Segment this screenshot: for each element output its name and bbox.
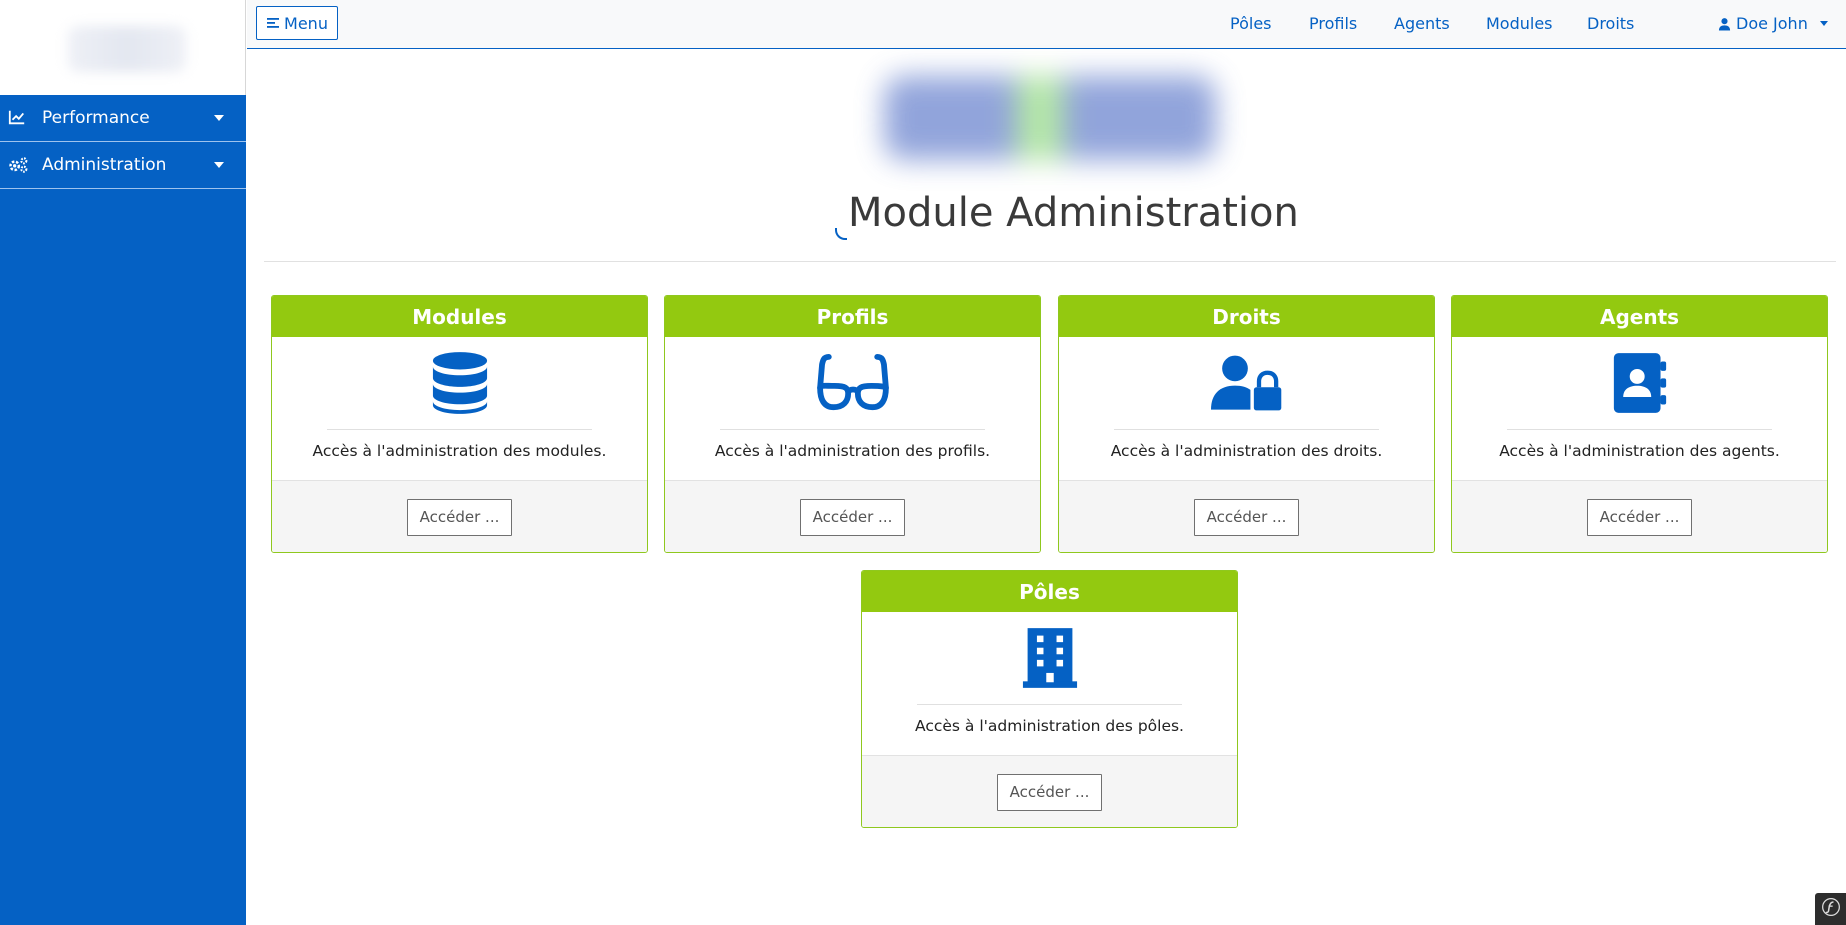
card-body: Accès à l'administration des profils. — [665, 337, 1040, 481]
nav-link-agents[interactable]: Agents — [1394, 14, 1450, 33]
card-footer: Accéder ... — [862, 756, 1237, 827]
symfony-toolbar-button[interactable] — [1815, 893, 1846, 925]
card-profils: Profils Accès à l'administration des pro… — [664, 295, 1041, 553]
nav-link-profils[interactable]: Profils — [1309, 14, 1357, 33]
card-description: Accès à l'administration des pôles. — [915, 717, 1184, 735]
card-body: Accès à l'administration des modules. — [272, 337, 647, 481]
nav-link-modules[interactable]: Modules — [1486, 14, 1553, 33]
card-footer: Accéder ... — [272, 481, 647, 552]
card-separator — [720, 429, 985, 430]
card-separator — [327, 429, 592, 430]
access-profils-button[interactable]: Accéder ... — [799, 498, 906, 536]
access-droits-button[interactable]: Accéder ... — [1193, 498, 1300, 536]
access-modules-button[interactable]: Accéder ... — [406, 498, 513, 536]
sidebar-logo[interactable] — [0, 0, 246, 95]
card-body: Accès à l'administration des droits. — [1059, 337, 1434, 481]
user-name: Doe John — [1736, 14, 1808, 33]
card-description: Accès à l'administration des modules. — [312, 442, 607, 460]
chevron-down-icon — [1819, 21, 1828, 26]
access-agents-button[interactable]: Accéder ... — [1586, 498, 1693, 536]
top-navbar: Menu Pôles Profils Agents Modules Droits… — [247, 0, 1846, 49]
divider — [264, 261, 1836, 262]
card-description: Accès à l'administration des droits. — [1110, 442, 1383, 460]
address-book-icon — [1604, 347, 1676, 419]
card-droits: Droits Accès à l'administration des droi… — [1058, 295, 1435, 553]
card-title: Profils — [665, 296, 1040, 337]
card-poles: Pôles Accès à l'administration des pôles… — [861, 570, 1238, 828]
page-title: Module Administration — [848, 190, 1299, 236]
brand-logo — [884, 58, 1216, 178]
cogs-icon — [8, 155, 28, 175]
user-lock-icon — [1210, 347, 1283, 419]
sidebar-item-administration[interactable]: Administration — [0, 142, 246, 189]
logo-image — [884, 76, 1216, 160]
glasses-icon — [816, 347, 889, 419]
nav-link-poles[interactable]: Pôles — [1230, 14, 1272, 33]
card-separator — [1507, 429, 1772, 430]
sidebar-item-label: Administration — [42, 155, 167, 175]
card-body: Accès à l'administration des pôles. — [862, 612, 1237, 756]
card-separator — [917, 704, 1182, 705]
card-body: Accès à l'administration des agents. — [1452, 337, 1827, 481]
nav-link-droits[interactable]: Droits — [1587, 14, 1634, 33]
sidebar-item-performance[interactable]: Performance — [0, 95, 246, 142]
card-separator — [1114, 429, 1379, 430]
logo-image — [68, 26, 186, 72]
menu-toggle-button[interactable]: Menu — [256, 6, 338, 40]
menu-label: Menu — [284, 13, 328, 33]
chart-line-icon — [8, 108, 28, 128]
card-footer: Accéder ... — [1059, 481, 1434, 552]
card-footer: Accéder ... — [1452, 481, 1827, 552]
card-title: Agents — [1452, 296, 1827, 337]
card-description: Accès à l'administration des agents. — [1499, 442, 1780, 460]
access-poles-button[interactable]: Accéder ... — [996, 773, 1103, 811]
database-icon — [424, 347, 496, 419]
user-icon — [1718, 17, 1732, 31]
loading-spinner-icon — [835, 228, 847, 240]
card-title: Modules — [272, 296, 647, 337]
card-agents: Agents Accès à l'administration des agen… — [1451, 295, 1828, 553]
sidebar-item-label: Performance — [42, 108, 150, 128]
card-footer: Accéder ... — [665, 481, 1040, 552]
card-title: Pôles — [862, 571, 1237, 612]
user-menu[interactable]: Doe John — [1718, 14, 1828, 33]
chevron-down-icon — [214, 115, 224, 121]
card-title: Droits — [1059, 296, 1434, 337]
align-left-icon — [266, 16, 280, 30]
building-icon — [1014, 622, 1086, 694]
chevron-down-icon — [214, 162, 224, 168]
card-modules: Modules Accès à l'administration des mod… — [271, 295, 648, 553]
card-description: Accès à l'administration des profils. — [714, 442, 991, 460]
sidebar: Performance Administration — [0, 0, 246, 925]
symfony-icon — [1821, 897, 1841, 921]
